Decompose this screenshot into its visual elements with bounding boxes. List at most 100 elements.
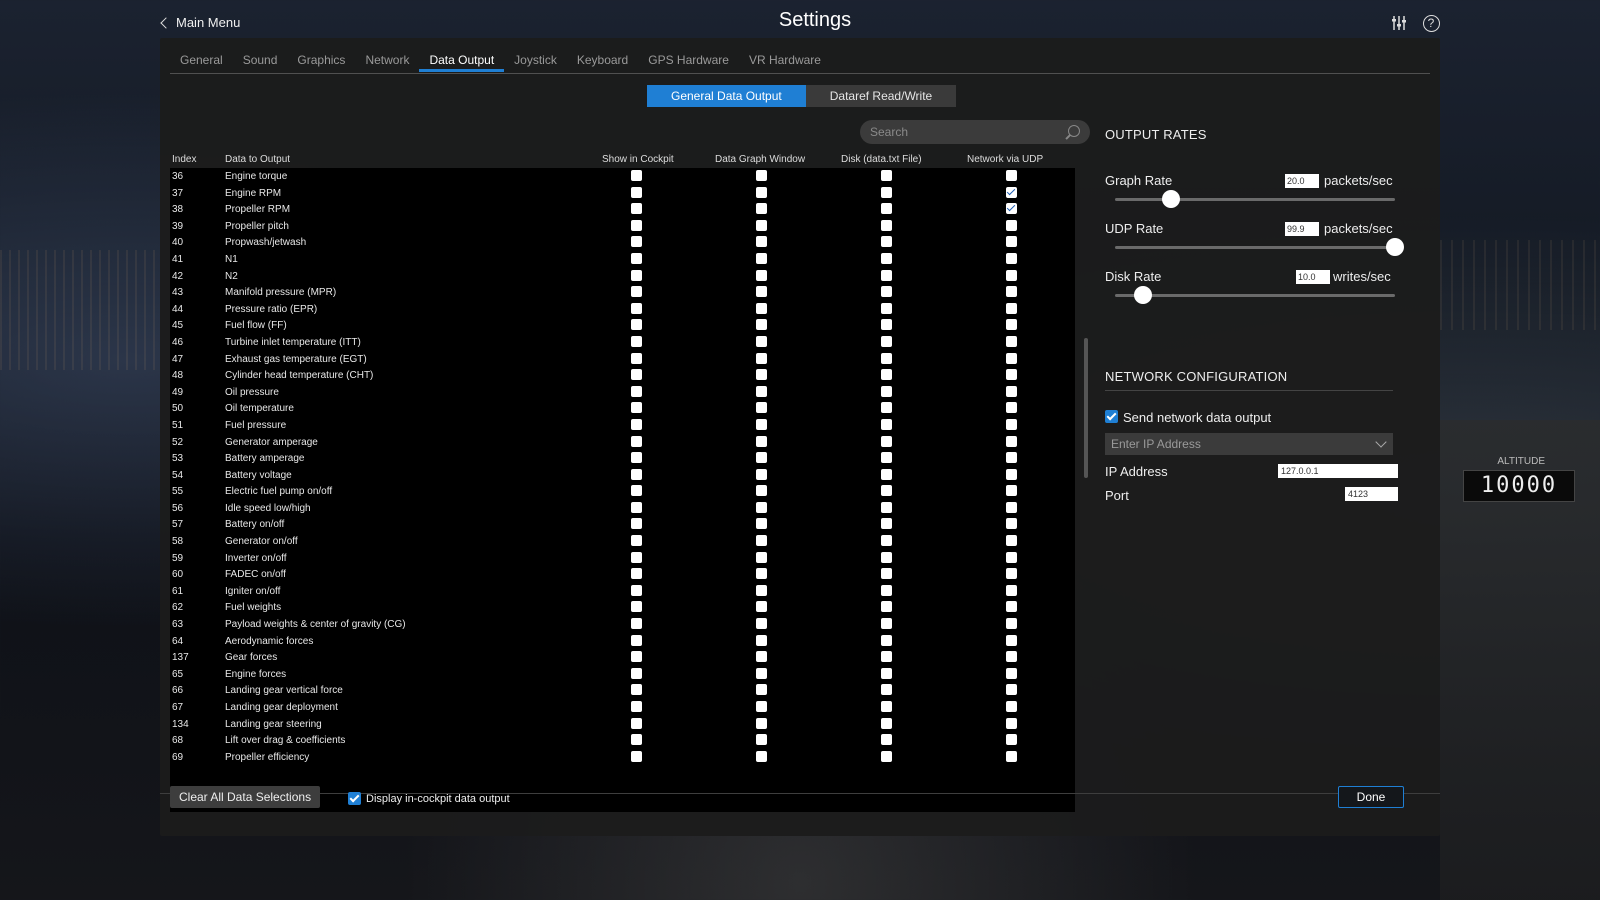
show-in-cockpit-checkbox[interactable] xyxy=(631,684,642,696)
disk-output-checkbox[interactable] xyxy=(881,435,892,447)
disk-rate-slider[interactable] xyxy=(1134,286,1152,304)
disk-output-checkbox[interactable] xyxy=(881,750,892,762)
network-udp-checkbox[interactable] xyxy=(1006,501,1017,513)
disk-output-checkbox[interactable] xyxy=(881,701,892,712)
disk-output-checkbox[interactable] xyxy=(881,418,892,430)
data-graph-window-checkbox[interactable] xyxy=(756,551,767,563)
network-udp-checkbox[interactable] xyxy=(1006,418,1017,430)
disk-output-checkbox[interactable] xyxy=(881,186,892,198)
network-udp-checkbox[interactable] xyxy=(1006,518,1017,530)
data-graph-window-checkbox[interactable] xyxy=(756,435,767,447)
tab-graphics[interactable]: Graphics xyxy=(287,38,355,72)
network-udp-checkbox[interactable] xyxy=(1006,651,1017,663)
disk-output-checkbox[interactable] xyxy=(881,601,892,613)
disk-output-checkbox[interactable] xyxy=(881,485,892,497)
show-in-cockpit-checkbox[interactable] xyxy=(631,634,642,646)
data-graph-window-checkbox[interactable] xyxy=(756,634,767,646)
sliders-icon[interactable] xyxy=(1390,14,1408,32)
done-button[interactable]: Done xyxy=(1338,786,1404,808)
disk-output-checkbox[interactable] xyxy=(881,584,892,596)
network-udp-checkbox[interactable] xyxy=(1006,269,1017,281)
show-in-cockpit-checkbox[interactable] xyxy=(631,601,642,613)
show-in-cockpit-checkbox[interactable] xyxy=(631,501,642,513)
disk-output-checkbox[interactable] xyxy=(881,684,892,696)
network-udp-checkbox[interactable] xyxy=(1006,634,1017,646)
network-udp-checkbox[interactable] xyxy=(1006,186,1017,198)
data-graph-window-checkbox[interactable] xyxy=(756,667,767,679)
tab-vr-hardware[interactable]: VR Hardware xyxy=(739,38,831,72)
network-udp-checkbox[interactable] xyxy=(1006,252,1017,264)
show-in-cockpit-checkbox[interactable] xyxy=(631,568,642,580)
data-graph-window-checkbox[interactable] xyxy=(756,535,767,547)
network-udp-checkbox[interactable] xyxy=(1006,568,1017,580)
disk-rate-input[interactable] xyxy=(1296,270,1330,284)
show-in-cockpit-checkbox[interactable] xyxy=(631,369,642,381)
graph-rate-slider[interactable] xyxy=(1162,190,1180,208)
network-udp-checkbox[interactable] xyxy=(1006,452,1017,464)
show-in-cockpit-checkbox[interactable] xyxy=(631,170,642,181)
data-graph-window-checkbox[interactable] xyxy=(756,319,767,331)
disk-output-checkbox[interactable] xyxy=(881,302,892,314)
network-udp-checkbox[interactable] xyxy=(1006,236,1017,248)
disk-output-checkbox[interactable] xyxy=(881,203,892,215)
network-udp-checkbox[interactable] xyxy=(1006,618,1017,630)
data-graph-window-checkbox[interactable] xyxy=(756,501,767,513)
show-in-cockpit-checkbox[interactable] xyxy=(631,468,642,480)
port-field[interactable] xyxy=(1345,487,1398,501)
show-in-cockpit-checkbox[interactable] xyxy=(631,435,642,447)
data-graph-window-checkbox[interactable] xyxy=(756,568,767,580)
display-in-cockpit-checkbox[interactable] xyxy=(348,792,361,805)
network-udp-checkbox[interactable] xyxy=(1006,717,1017,729)
network-udp-checkbox[interactable] xyxy=(1006,219,1017,231)
show-in-cockpit-checkbox[interactable] xyxy=(631,286,642,298)
show-in-cockpit-checkbox[interactable] xyxy=(631,618,642,630)
show-in-cockpit-checkbox[interactable] xyxy=(631,402,642,414)
data-graph-window-checkbox[interactable] xyxy=(756,651,767,663)
disk-output-checkbox[interactable] xyxy=(881,501,892,513)
network-udp-checkbox[interactable] xyxy=(1006,402,1017,414)
show-in-cockpit-checkbox[interactable] xyxy=(631,319,642,331)
disk-output-checkbox[interactable] xyxy=(881,170,892,181)
show-in-cockpit-checkbox[interactable] xyxy=(631,667,642,679)
disk-output-checkbox[interactable] xyxy=(881,518,892,530)
data-graph-window-checkbox[interactable] xyxy=(756,584,767,596)
network-udp-checkbox[interactable] xyxy=(1006,352,1017,364)
network-udp-checkbox[interactable] xyxy=(1006,584,1017,596)
show-in-cockpit-checkbox[interactable] xyxy=(631,734,642,746)
data-graph-window-checkbox[interactable] xyxy=(756,302,767,314)
show-in-cockpit-checkbox[interactable] xyxy=(631,518,642,530)
ip-address-field[interactable] xyxy=(1278,464,1398,478)
network-udp-checkbox[interactable] xyxy=(1006,701,1017,712)
disk-output-checkbox[interactable] xyxy=(881,319,892,331)
data-graph-window-checkbox[interactable] xyxy=(756,236,767,248)
data-graph-window-checkbox[interactable] xyxy=(756,352,767,364)
show-in-cockpit-checkbox[interactable] xyxy=(631,252,642,264)
data-graph-window-checkbox[interactable] xyxy=(756,601,767,613)
data-graph-window-checkbox[interactable] xyxy=(756,286,767,298)
disk-output-checkbox[interactable] xyxy=(881,369,892,381)
network-udp-checkbox[interactable] xyxy=(1006,734,1017,746)
data-graph-window-checkbox[interactable] xyxy=(756,418,767,430)
search-icon[interactable] xyxy=(1068,125,1080,137)
udp-rate-input[interactable] xyxy=(1285,222,1319,236)
disk-output-checkbox[interactable] xyxy=(881,352,892,364)
udp-rate-slider[interactable] xyxy=(1386,238,1404,256)
data-table[interactable]: 36 Engine torque 37 Engine RPM 38 Propeller R… xyxy=(170,168,1075,812)
network-udp-checkbox[interactable] xyxy=(1006,601,1017,613)
tab-general[interactable]: General xyxy=(170,38,233,72)
data-graph-window-checkbox[interactable] xyxy=(756,402,767,414)
disk-output-checkbox[interactable] xyxy=(881,219,892,231)
tab-keyboard[interactable]: Keyboard xyxy=(567,38,638,72)
data-graph-window-checkbox[interactable] xyxy=(756,269,767,281)
disk-output-checkbox[interactable] xyxy=(881,551,892,563)
disk-output-checkbox[interactable] xyxy=(881,468,892,480)
show-in-cockpit-checkbox[interactable] xyxy=(631,750,642,762)
network-udp-checkbox[interactable] xyxy=(1006,302,1017,314)
show-in-cockpit-checkbox[interactable] xyxy=(631,335,642,347)
show-in-cockpit-checkbox[interactable] xyxy=(631,535,642,547)
network-udp-checkbox[interactable] xyxy=(1006,385,1017,397)
show-in-cockpit-checkbox[interactable] xyxy=(631,701,642,712)
data-graph-window-checkbox[interactable] xyxy=(756,219,767,231)
disk-output-checkbox[interactable] xyxy=(881,269,892,281)
ip-address-dropdown[interactable]: Enter IP Address xyxy=(1105,433,1393,455)
